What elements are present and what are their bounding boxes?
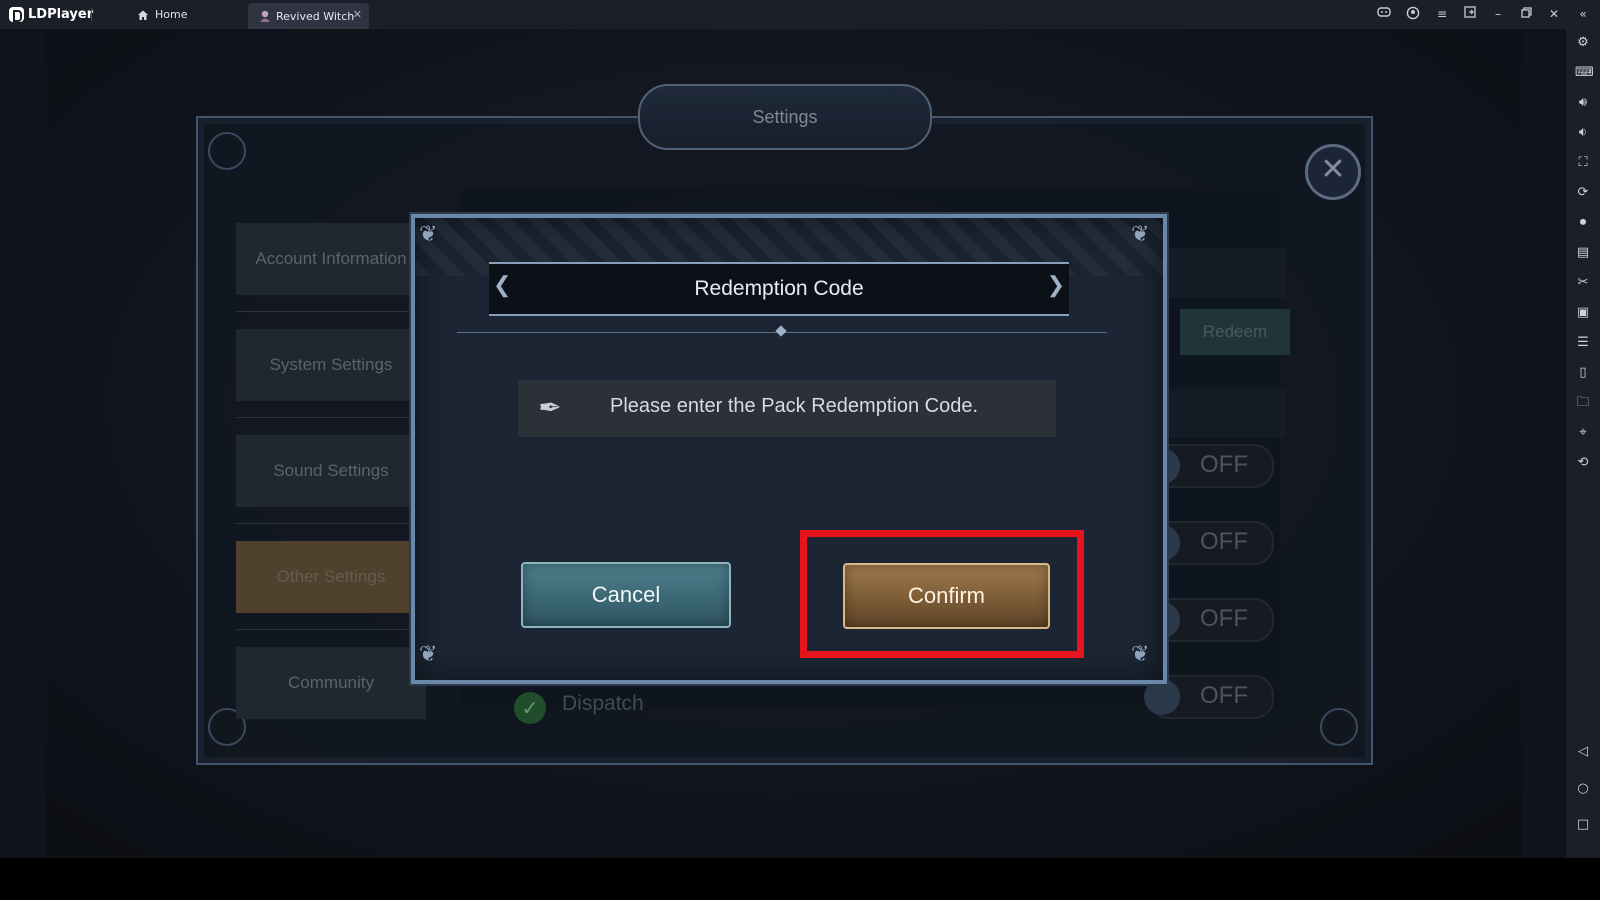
tab-close-icon[interactable]: ✕ [353, 8, 362, 21]
home-circle-icon[interactable]: ○ [1575, 781, 1591, 797]
tab-home-label: Home [155, 8, 188, 21]
multi-instance-icon[interactable]: ▣ [1575, 305, 1591, 321]
dialog-corner-ornament: ❦ [1131, 222, 1150, 247]
title-ornament-right: ❯ [1046, 272, 1065, 297]
game-viewport: Settings ✕ Account Information System Se… [0, 29, 1566, 858]
screenshot-icon[interactable]: ⛶ [1575, 155, 1591, 171]
scissors-icon[interactable]: ✂ [1575, 275, 1591, 291]
dialog-corner-ornament: ❦ [419, 222, 438, 247]
apk-icon[interactable]: ▤ [1575, 245, 1591, 261]
dialog-title: Redemption Code [694, 277, 864, 300]
home-icon [138, 10, 148, 20]
game-icon [260, 10, 270, 22]
title-ornament-left: ❮ [493, 272, 512, 297]
volume-up-icon[interactable]: 🔊︎ [1575, 95, 1591, 111]
cancel-button[interactable]: Cancel [521, 562, 731, 628]
tab-game-label: Revived Witch [276, 9, 355, 23]
keyboard-icon[interactable]: ⌨ [1575, 65, 1594, 81]
resize-icon[interactable] [1462, 6, 1478, 22]
sync-icon[interactable]: ⟳ [1575, 185, 1591, 201]
record-icon[interactable]: ⏺ [1575, 215, 1591, 231]
redemption-code-input[interactable]: ✒ Please enter the Pack Redemption Code. [518, 380, 1056, 437]
collapse-icon[interactable]: « [1575, 6, 1591, 22]
gamepad-icon[interactable] [1376, 6, 1392, 22]
location-icon[interactable]: ⌖ [1575, 425, 1591, 441]
minimize-icon[interactable]: – [1490, 6, 1506, 22]
title-separator [91, 8, 92, 21]
title-diamond [775, 325, 787, 337]
dialog-corner-ornament: ❦ [1131, 642, 1150, 667]
menu-icon[interactable]: ≡ [1434, 6, 1450, 22]
account-icon[interactable] [1405, 6, 1421, 22]
rotate-icon[interactable]: ⟲ [1575, 455, 1591, 471]
emulator-sidebar: ⚙ ⌨ 🔊︎ 🔉︎ ⛶ ⟳ ⏺ ▤ ✂ ▣ ☰ ▯ 🗀 ⌖ ⟲ ◁ ○ □ [1566, 29, 1600, 858]
emulator-title-bar: LDPlayer Home Revived Witch ✕ ≡ – ✕ « [0, 0, 1600, 29]
ldplayer-logo: LDPlayer [9, 5, 93, 23]
volume-down-icon[interactable]: 🔉︎ [1575, 125, 1591, 141]
close-icon[interactable]: ✕ [1546, 6, 1562, 22]
back-icon[interactable]: ◁ [1575, 744, 1591, 760]
dialog-title-bar: ❮ Redemption Code ❯ [489, 262, 1069, 316]
tab-home[interactable]: Home [126, 0, 236, 29]
app-name: LDPlayer [28, 6, 94, 22]
notes-icon[interactable]: ☰ [1575, 335, 1591, 351]
settings-icon[interactable]: ⚙ [1575, 35, 1591, 51]
pen-icon: ✒ [538, 392, 562, 423]
tab-revived-witch[interactable]: Revived Witch ✕ [248, 3, 369, 29]
redemption-code-placeholder: Please enter the Pack Redemption Code. [610, 395, 978, 417]
recents-icon[interactable]: □ [1575, 817, 1591, 833]
folder-icon[interactable]: 🗀 [1575, 395, 1591, 411]
shake-icon[interactable]: ▯ [1575, 365, 1591, 381]
confirm-highlight-box [800, 530, 1084, 658]
bottom-letterbox [0, 858, 1600, 900]
ldplayer-logo-icon [9, 6, 24, 22]
dialog-corner-ornament: ❦ [419, 642, 438, 667]
restore-icon[interactable] [1518, 6, 1534, 22]
